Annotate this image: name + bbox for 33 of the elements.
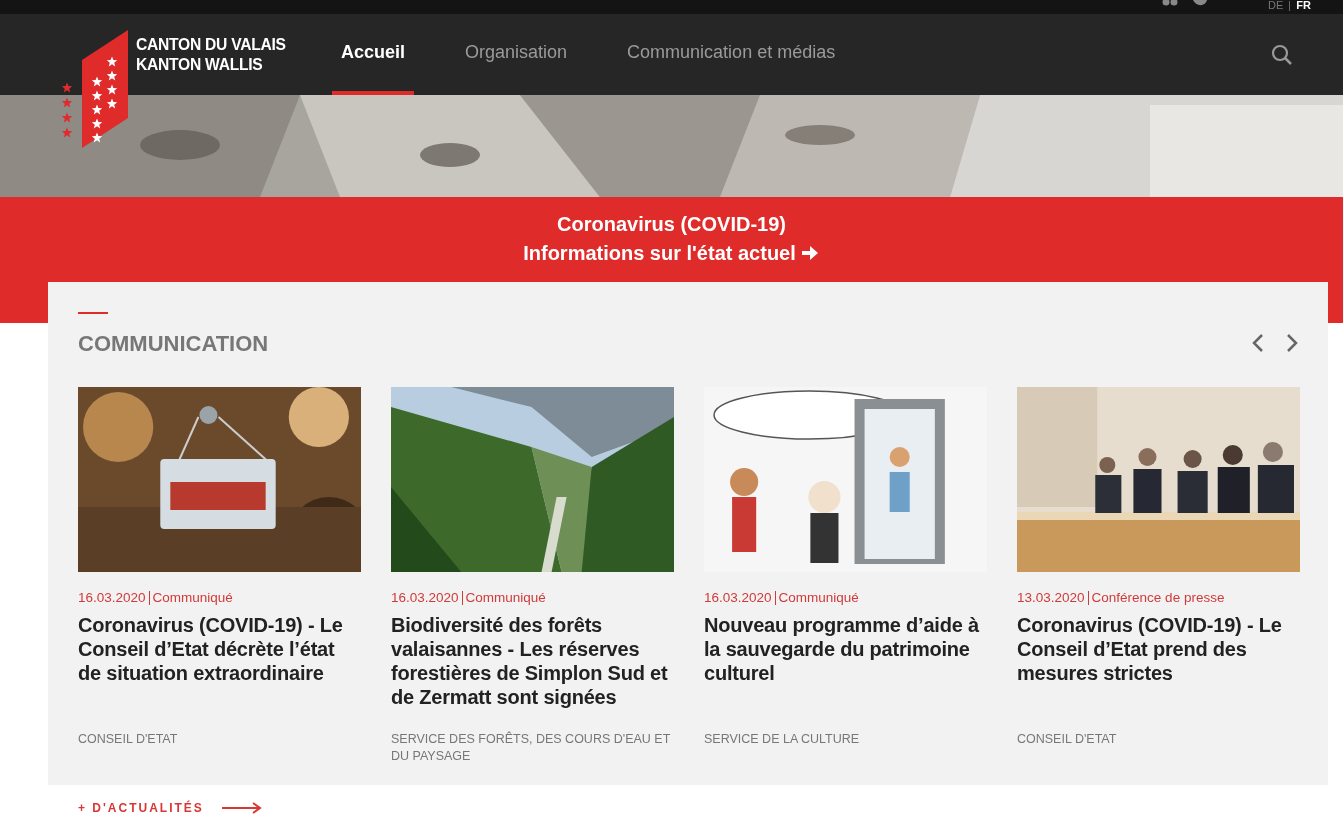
news-category: Communiqué [465, 590, 546, 605]
language-link[interactable]: DE [1268, 0, 1284, 11]
news-title-link[interactable]: Nouveau programme d’aide à la sauvegarde du patrimoine culturel [704, 613, 987, 723]
logo-text[interactable]: KANTON WALLIS [136, 55, 286, 75]
news-source: CONSEIL D'ETAT [78, 731, 179, 748]
news-title-link[interactable]: Coronavirus (COVID-19) - Le Conseil d’Etat décrète l’état de situation extraordinaire [78, 613, 361, 723]
dots-icon[interactable] [1162, 0, 1179, 8]
flag-logo-icon[interactable] [60, 30, 130, 148]
search-icon[interactable] [1271, 44, 1293, 66]
news-date: 16.03.2020 [78, 590, 146, 605]
news-category: Communiqué [152, 590, 233, 605]
nav-tab[interactable]: Communication et médias [618, 14, 845, 95]
section-heading: COMMUNICATION [78, 331, 269, 357]
news-source: CONSEIL D'ETAT [1017, 731, 1118, 748]
news-date: 16.03.2020 [391, 590, 459, 605]
language-link[interactable]: FR [1296, 0, 1311, 11]
news-category: Communiqué [778, 590, 859, 605]
arrow-right-icon[interactable] [799, 243, 820, 263]
news-source: SERVICE DES FORÊTS, DES COURS D'EAU ET DU PAYSAGE [391, 731, 672, 765]
banner-title: Coronavirus (COVID-19) [557, 212, 786, 237]
logo-text[interactable]: CANTON DU VALAIS [136, 35, 286, 55]
news-title-link[interactable]: Biodiversité des forêts valaisannes - Les réserves forestières de Simplon Sud et de Zermatt sont signées [391, 613, 674, 723]
arrow-right-icon[interactable] [221, 802, 262, 814]
next-icon[interactable] [1286, 333, 1298, 353]
previous-icon[interactable] [1252, 333, 1264, 353]
news-date: 16.03.2020 [704, 590, 772, 605]
news-title-link[interactable]: Coronavirus (COVID-19) - Le Conseil d’Etat prend des mesures strictes [1017, 613, 1300, 723]
more-news-link[interactable]: + D'ACTUALITÉS [78, 801, 204, 815]
news-date: 13.03.2020 [1017, 590, 1085, 605]
news-category: Conférence de presse [1091, 590, 1225, 605]
nav-tab[interactable]: Organisation [456, 14, 577, 95]
info-link[interactable]: Informations sur l'état actuel [523, 238, 820, 268]
news-source: SERVICE DE LA CULTURE [704, 731, 861, 748]
